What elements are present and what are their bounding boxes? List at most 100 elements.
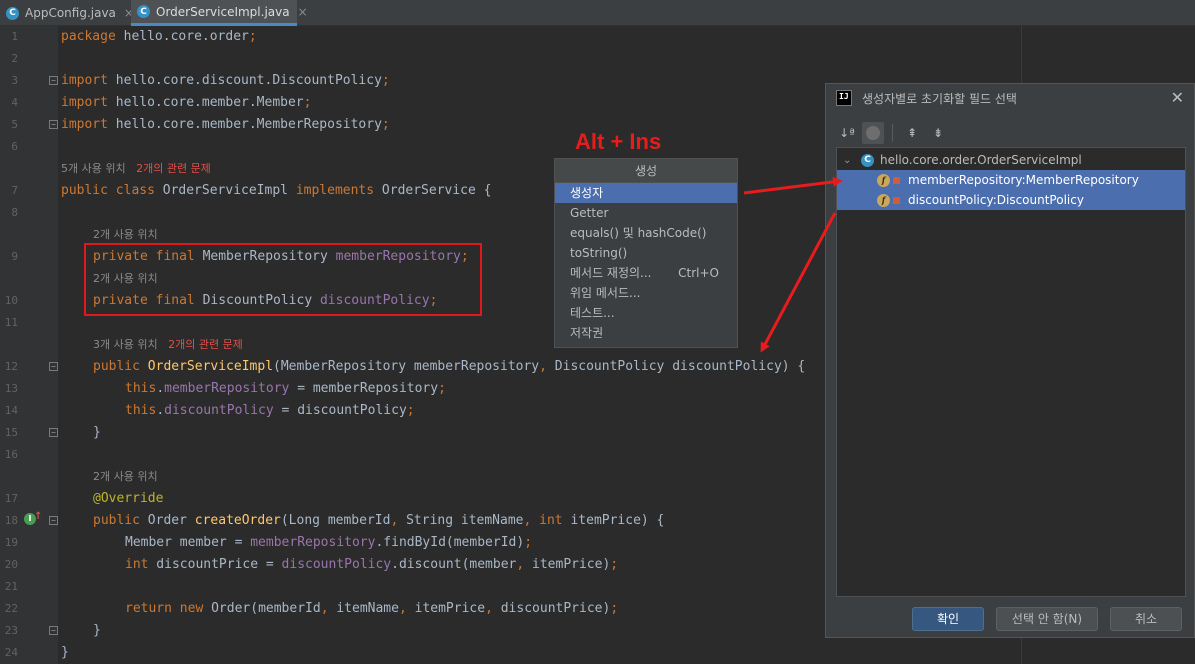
menu-item-override-methods[interactable]: 메서드 재정의... Ctrl+O (555, 263, 737, 283)
code-line: int discountPrice = discountPolicy.disco… (125, 557, 619, 572)
line-number: 3 (11, 74, 18, 87)
code-line: } (93, 425, 101, 440)
code-line: @Override (93, 491, 164, 506)
code-line: public Order createOrder(Long memberId, … (93, 513, 665, 528)
intellij-logo-icon: IJ (836, 90, 852, 106)
sort-icon[interactable]: ↓ª (836, 122, 858, 144)
line-number: 1 (11, 30, 18, 43)
line-number: 22 (4, 602, 18, 615)
usage-hint[interactable]: 5개 사용 위치 2개의 관련 문제 (61, 158, 211, 180)
line-number: 21 (4, 580, 18, 593)
popup-title: 생성 (555, 159, 737, 183)
close-icon[interactable]: ✕ (1171, 88, 1184, 107)
usage-hint[interactable]: 2개 사용 위치 (93, 466, 158, 488)
field-tree[interactable]: ⌄ C hello.core.order.OrderServiceImpl f … (836, 147, 1186, 597)
fold-marker-icon[interactable]: − (49, 626, 58, 635)
class-icon: C (137, 5, 150, 18)
code-line: package hello.core.order; (61, 29, 257, 44)
fold-marker-icon[interactable]: − (49, 120, 58, 129)
line-number: 17 (4, 492, 18, 505)
show-all-toggle[interactable] (862, 122, 884, 144)
generate-popup-menu: 생성 생성자 Getter equals() 및 hashCode() toSt… (554, 158, 738, 348)
collapse-all-icon[interactable]: ⇟ (927, 122, 949, 144)
lock-icon (893, 196, 900, 204)
fold-marker-icon[interactable]: − (49, 428, 58, 437)
code-line: return new Order(memberId, itemName, ite… (125, 601, 619, 616)
dialog-title-bar: IJ 생성자별로 초기화할 필드 선택 ✕ (826, 84, 1195, 112)
line-number: 13 (4, 382, 18, 395)
line-number: 16 (4, 448, 18, 461)
line-number: 2 (11, 52, 18, 65)
code-line: public class OrderServiceImpl implements… (61, 183, 492, 198)
menu-item-constructor[interactable]: 생성자 (555, 183, 737, 203)
circle-icon (866, 126, 880, 140)
fold-marker-icon[interactable]: − (49, 516, 58, 525)
dialog-buttons: 확인 선택 안 함(N) 취소 (826, 607, 1195, 631)
line-number: 9 (11, 250, 18, 263)
tree-root-label: hello.core.order.OrderServiceImpl (880, 153, 1082, 167)
up-arrow-icon: ↑ (34, 511, 43, 522)
tab-label: AppConfig.java (25, 6, 116, 20)
tree-root-class[interactable]: ⌄ C hello.core.order.OrderServiceImpl (837, 150, 1185, 170)
cancel-button[interactable]: 취소 (1110, 607, 1182, 631)
code-line: import hello.core.member.MemberRepositor… (61, 117, 390, 132)
menu-item-test[interactable]: 테스트... (555, 303, 737, 323)
lock-icon (893, 176, 900, 184)
line-number: 4 (11, 96, 18, 109)
menu-item-tostring[interactable]: toString() (555, 243, 737, 263)
line-number: 7 (11, 184, 18, 197)
fold-marker-icon[interactable]: − (49, 362, 58, 371)
code-line: this.memberRepository = memberRepository… (125, 381, 446, 396)
line-number: 6 (11, 140, 18, 153)
line-number: 15 (4, 426, 18, 439)
field-label: discountPolicy:DiscountPolicy (908, 193, 1084, 207)
line-number-gutter: 1 2 3 4 5 6 7 8 9 10 11 12 13 14 15 16 1… (0, 26, 58, 664)
line-number: 8 (11, 206, 18, 219)
line-number: 14 (4, 404, 18, 417)
fold-marker-icon[interactable]: − (49, 76, 58, 85)
line-number: 23 (4, 624, 18, 637)
code-line: import hello.core.member.Member; (61, 95, 312, 110)
fields-highlight-box (84, 243, 482, 316)
editor-tab-bar: C AppConfig.java × C OrderServiceImpl.ja… (0, 0, 1195, 26)
dialog-title: 생성자별로 초기화할 필드 선택 (862, 91, 1017, 106)
line-number: 12 (4, 360, 18, 373)
line-number: 10 (4, 294, 18, 307)
code-line: this.discountPolicy = discountPolicy; (125, 403, 415, 418)
tab-label: OrderServiceImpl.java (156, 4, 290, 19)
ok-button[interactable]: 확인 (912, 607, 984, 631)
field-icon: f (877, 173, 890, 187)
choose-fields-dialog: IJ 생성자별로 초기화할 필드 선택 ✕ ↓ª ⇞ ⇟ ⌄ C hello.c… (825, 83, 1195, 638)
shortcut-annotation: Alt + Ins (575, 129, 662, 154)
select-none-button[interactable]: 선택 안 함(N) (996, 607, 1098, 631)
code-line: import hello.core.discount.DiscountPolic… (61, 73, 390, 88)
menu-item-delegate-methods[interactable]: 위임 메서드... (555, 283, 737, 303)
close-icon[interactable]: × (298, 5, 308, 19)
class-icon: C (861, 153, 874, 167)
toolbar-separator (892, 124, 893, 142)
line-number: 20 (4, 558, 18, 571)
line-number: 19 (4, 536, 18, 549)
field-icon: f (877, 193, 890, 207)
class-icon: C (6, 6, 19, 20)
line-number: 24 (4, 646, 18, 659)
dialog-toolbar: ↓ª ⇞ ⇟ (836, 122, 949, 144)
tree-field-item[interactable]: f discountPolicy:DiscountPolicy (837, 190, 1185, 210)
line-number: 18 (4, 514, 18, 527)
tree-field-item[interactable]: f memberRepository:MemberRepository (837, 170, 1185, 190)
tab-appconfig[interactable]: C AppConfig.java × (0, 0, 134, 26)
code-line: public OrderServiceImpl(MemberRepository… (93, 359, 806, 374)
chevron-down-icon[interactable]: ⌄ (843, 155, 857, 166)
code-line: Member member = memberRepository.findByI… (125, 535, 533, 550)
line-number: 11 (4, 316, 18, 329)
code-line: } (61, 645, 69, 660)
menu-item-equals-hashcode[interactable]: equals() 및 hashCode() (555, 223, 737, 243)
usage-hint[interactable]: 3개 사용 위치 2개의 관련 문제 (93, 334, 243, 356)
menu-item-getter[interactable]: Getter (555, 203, 737, 223)
field-label: memberRepository:MemberRepository (908, 173, 1139, 187)
line-number: 5 (11, 118, 18, 131)
code-line: } (93, 623, 101, 638)
expand-all-icon[interactable]: ⇞ (901, 122, 923, 144)
tab-orderserviceimpl[interactable]: C OrderServiceImpl.java × (131, 0, 308, 26)
menu-item-copyright[interactable]: 저작권 (555, 323, 737, 343)
